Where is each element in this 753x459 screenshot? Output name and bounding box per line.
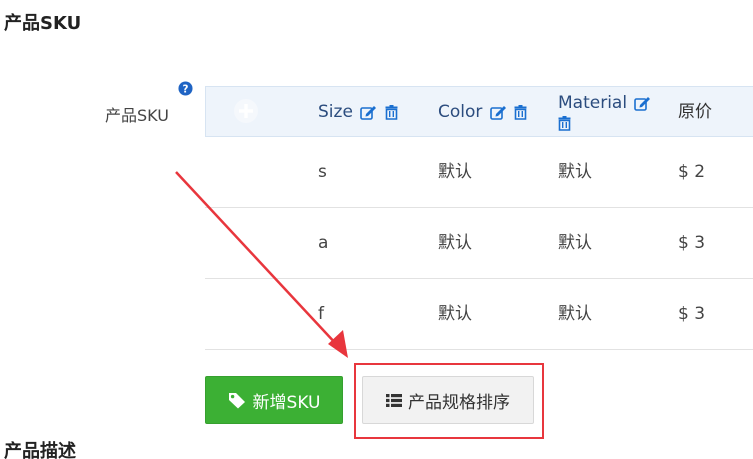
column-header-price-label: 原价 [678, 102, 712, 122]
sku-table: Size Color Material 原价 s 默认 默认 $ 2 a 默认 … [205, 86, 753, 350]
add-sku-button-label: 新增SKU [252, 392, 321, 413]
edit-icon[interactable] [360, 105, 377, 120]
column-header-color: Color [438, 87, 527, 138]
edit-icon[interactable] [634, 96, 651, 111]
column-header-size: Size [318, 87, 398, 138]
cell-color: 默认 [438, 304, 472, 324]
table-row: f 默认 默认 $ 3 [205, 279, 753, 350]
annotation-highlight-box [354, 363, 544, 439]
cell-price: $ 3 [678, 304, 706, 324]
sku-table-header: Size Color Material 原价 [205, 86, 753, 137]
add-column-plus-icon[interactable] [233, 98, 259, 124]
sku-field-label: 产品SKU [105, 106, 169, 125]
column-header-size-label: Size [318, 102, 353, 122]
trash-icon[interactable] [385, 104, 398, 120]
trash-icon[interactable] [514, 104, 527, 120]
cell-size: f [318, 304, 324, 324]
cell-color: 默认 [438, 162, 472, 182]
question-circle-icon[interactable]: ? [178, 81, 193, 96]
cell-material: 默认 [558, 162, 592, 182]
cell-material: 默认 [558, 304, 592, 324]
section-title: 产品SKU [4, 13, 82, 34]
column-header-color-label: Color [438, 102, 483, 122]
cell-color: 默认 [438, 233, 472, 253]
page: 产品SKU ? 产品SKU Size Color Material 原价 s 默… [0, 0, 753, 459]
trash-icon[interactable] [558, 115, 571, 131]
cell-material: 默认 [558, 233, 592, 253]
cell-size: s [318, 162, 327, 182]
column-header-price: 原价 [678, 87, 712, 138]
edit-icon[interactable] [489, 105, 507, 120]
table-row: s 默认 默认 $ 2 [205, 137, 753, 208]
cell-size: a [318, 233, 329, 253]
column-header-material-label: Material [558, 93, 628, 113]
tag-icon [228, 392, 245, 408]
cell-price: $ 2 [678, 162, 706, 182]
svg-text:?: ? [183, 83, 189, 95]
add-sku-button[interactable]: 新增SKU [205, 376, 343, 424]
column-header-material: Material [558, 87, 668, 138]
table-row: a 默认 默认 $ 3 [205, 208, 753, 279]
cell-price: $ 3 [678, 233, 706, 253]
next-section-title: 产品描述 [4, 441, 76, 459]
